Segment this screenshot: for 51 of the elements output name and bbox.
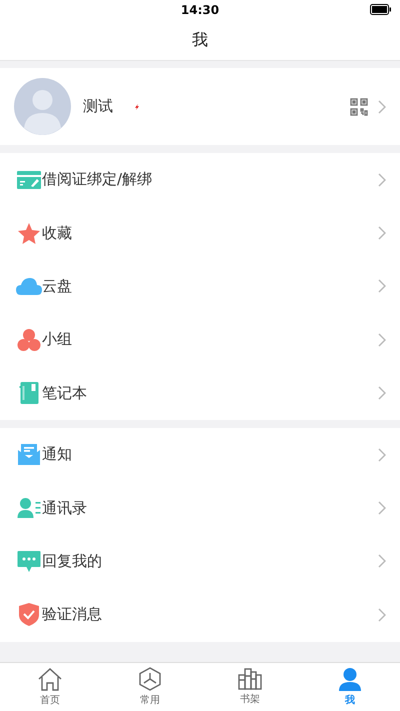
- menu-item[interactable]: 笔记本: [0, 366, 400, 420]
- tab-item[interactable]: 首页: [0, 663, 100, 711]
- page-title: 我: [192, 30, 208, 50]
- menu-item[interactable]: 小组: [0, 313, 400, 367]
- chevron-icon: [378, 100, 386, 114]
- chevron-icon: [378, 172, 386, 187]
- menu-label: 云盘: [42, 276, 73, 296]
- cloud-icon: [16, 278, 42, 295]
- menu-label: 收藏: [42, 224, 73, 243]
- bookshelf-icon: [238, 668, 262, 690]
- menu-label: 借阅证绑定/解绑: [42, 170, 154, 190]
- chevron-icon: [378, 554, 386, 568]
- chevron-icon: [378, 226, 386, 240]
- chevron-icon: [378, 279, 386, 294]
- chevron-icon: [378, 608, 386, 622]
- chat-icon: [16, 550, 42, 572]
- card-icon: [16, 170, 42, 189]
- chevron-icon: [378, 448, 386, 462]
- menu-label: 通知: [42, 445, 73, 464]
- circles-icon: [16, 328, 42, 351]
- status-time: 14:30: [180, 3, 220, 17]
- star-icon: [16, 222, 42, 244]
- chevron-icon: [378, 386, 386, 400]
- user-name: 测试: [83, 97, 113, 116]
- menu-label: 回复我的: [42, 552, 103, 571]
- tab-item[interactable]: 书架: [200, 663, 300, 711]
- home-icon: [38, 668, 62, 690]
- profile-row[interactable]: 测试: [0, 68, 400, 145]
- menu-label: 笔记本: [42, 384, 88, 403]
- menu-label: 验证消息: [42, 605, 103, 624]
- menu-label: 小组: [42, 330, 73, 350]
- envelope-icon: [16, 444, 42, 466]
- battery-icon: [370, 4, 392, 15]
- person-icon: [339, 668, 361, 690]
- menu-item[interactable]: 借阅证绑定/解绑: [0, 153, 400, 206]
- chevron-icon: [378, 332, 386, 347]
- menu-item[interactable]: 通讯录: [0, 481, 400, 535]
- chevron-icon: [378, 501, 386, 516]
- contact-icon: [16, 498, 42, 518]
- menu-label: 通讯录: [42, 498, 88, 518]
- mark-icon: [135, 104, 139, 110]
- qr-code-icon[interactable]: [350, 98, 368, 116]
- menu-item[interactable]: 云盘: [0, 260, 400, 314]
- menu-item[interactable]: 验证消息: [0, 588, 400, 642]
- hexagon-icon: [139, 667, 161, 691]
- menu-item[interactable]: 通知: [0, 428, 400, 482]
- menu-item[interactable]: 收藏: [0, 206, 400, 260]
- shield-check-icon: [16, 603, 42, 626]
- avatar-icon: [14, 78, 71, 135]
- tab-item[interactable]: 常用: [100, 663, 200, 711]
- menu-item[interactable]: 回复我的: [0, 534, 400, 588]
